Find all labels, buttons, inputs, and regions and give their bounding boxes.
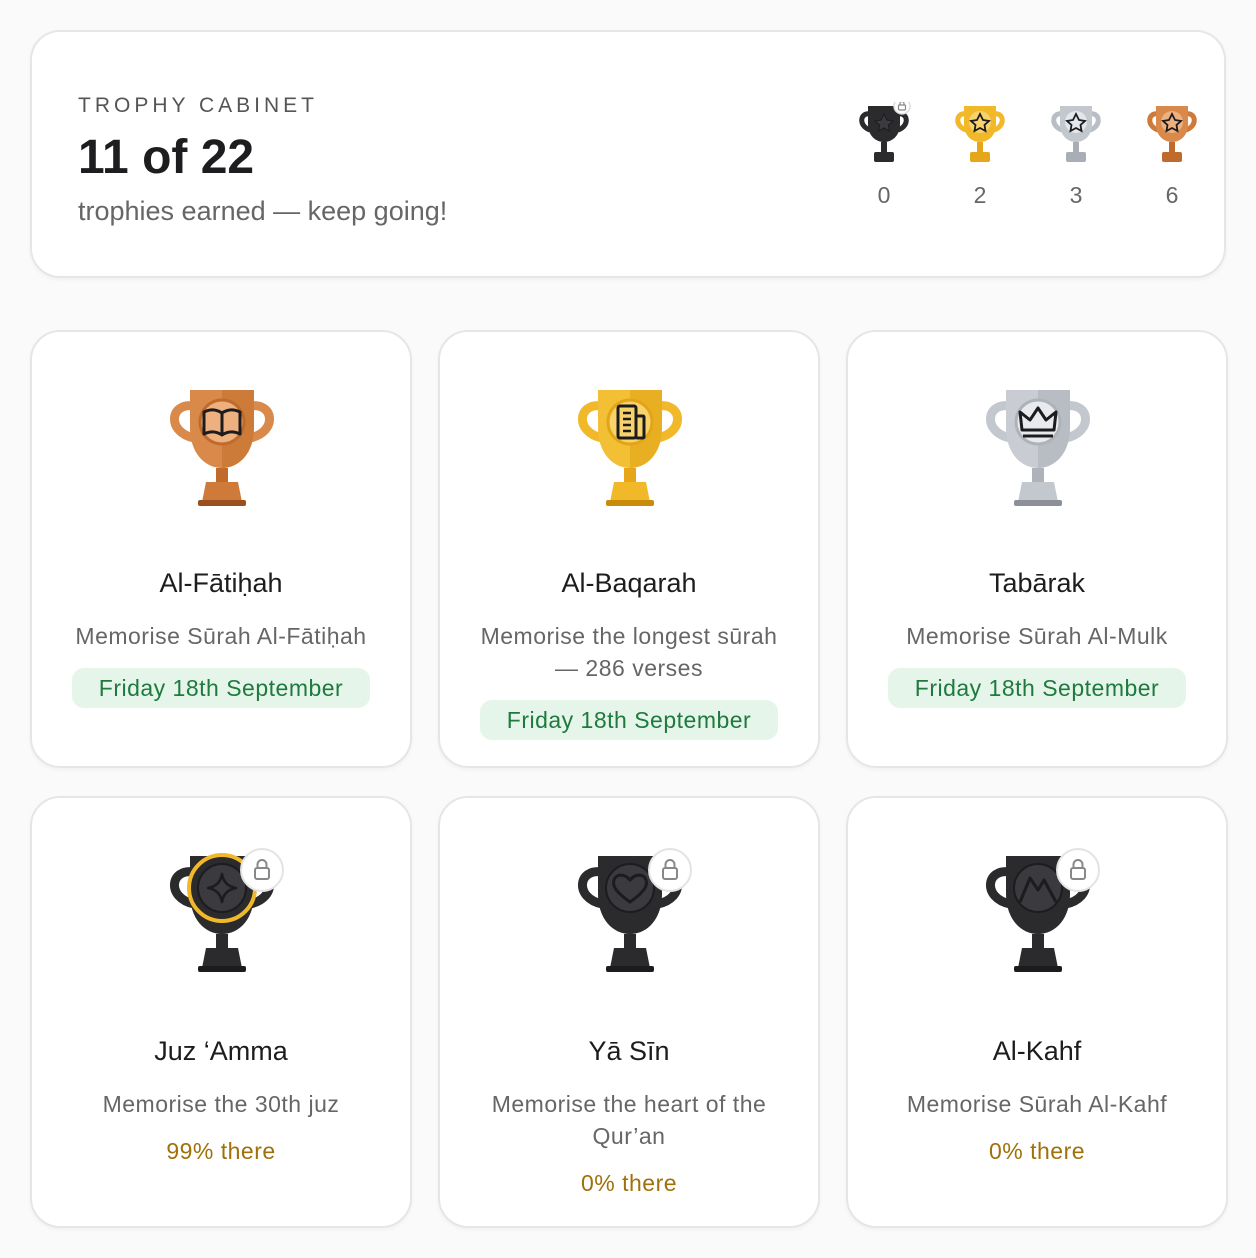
tier-bronze-count: 6 — [1165, 182, 1179, 208]
card-description: Memorise Sūrah Al-Mulk — [906, 623, 1168, 649]
building-icon — [578, 390, 682, 506]
card-description: Memorise the 30th juz — [102, 1091, 340, 1117]
trophy-summary-card: TROPHY CABINET 11 of 22 trophies earned … — [30, 30, 1226, 278]
locked-trophy-icon — [859, 102, 911, 162]
progress-text: 0% there — [580, 1170, 678, 1196]
tier-bronze: 6 — [1140, 102, 1204, 209]
tier-gold-count: 2 — [973, 182, 987, 208]
section-kicker: TROPHY CABINET — [78, 94, 318, 117]
gold-trophy-icon — [955, 106, 1005, 162]
trophy-subtitle: trophies earned — keep going! — [78, 196, 448, 226]
card-title: Tabārak — [988, 568, 1086, 598]
lock-badge — [648, 848, 692, 892]
silver-trophy-icon — [1051, 106, 1101, 162]
lock-icon — [662, 859, 678, 880]
tier-silver-count: 3 — [1069, 182, 1083, 208]
card-description: Memorise Sūrah Al-Kahf — [906, 1091, 1168, 1117]
lock-badge — [240, 848, 284, 892]
tier-tally: 0 2 3 6 — [822, 102, 1202, 222]
trophy-card-al-fatihah[interactable]: Al-Fātiḥah Memorise Sūrah Al-Fātiḥah Fri… — [30, 330, 412, 768]
tier-locked: 0 — [852, 102, 916, 209]
locked-trophy — [980, 848, 1100, 978]
card-title: Juz ‘Amma — [154, 1036, 288, 1066]
progress-text: 0% there — [988, 1138, 1086, 1164]
tier-locked-count: 0 — [877, 182, 891, 208]
tier-silver: 3 — [1044, 102, 1108, 209]
bronze-trophy-icon — [1147, 106, 1197, 162]
earned-date-badge: Friday 18th September — [888, 668, 1186, 708]
progress-text: 99% there — [166, 1138, 276, 1164]
trophy-card-ya-sin[interactable]: Yā Sīn Memorise the heart of the Qur’an … — [438, 796, 820, 1228]
card-description: Memorise the heart of the Qur’an — [491, 1091, 767, 1149]
lock-icon — [254, 859, 270, 880]
silver-trophy — [980, 384, 1096, 512]
locked-trophy — [164, 848, 284, 978]
trophy-card-al-kahf[interactable]: Al-Kahf Memorise Sūrah Al-Kahf 0% there — [846, 796, 1228, 1228]
gold-trophy — [572, 384, 688, 512]
locked-trophy — [572, 848, 692, 978]
card-description: Memorise Sūrah Al-Fātiḥah — [75, 623, 367, 649]
lock-badge — [1056, 848, 1100, 892]
card-title: Yā Sīn — [588, 1036, 670, 1066]
earned-date-badge: Friday 18th September — [480, 700, 778, 740]
trophy-card-tabarak[interactable]: Tabārak Memorise Sūrah Al-Mulk Friday 18… — [846, 330, 1228, 768]
bronze-trophy — [164, 384, 280, 512]
lock-icon — [1070, 859, 1086, 880]
card-title: Al-Baqarah — [561, 568, 697, 598]
tier-gold: 2 — [948, 102, 1012, 209]
card-title: Al-Kahf — [992, 1036, 1082, 1066]
book-icon — [170, 390, 274, 506]
card-title: Al-Fātiḥah — [159, 568, 283, 598]
trophy-card-al-baqarah[interactable]: Al-Baqarah Memorise the longest sūrah — … — [438, 330, 820, 768]
trophy-card-juz-amma[interactable]: Juz ‘Amma Memorise the 30th juz 99% ther… — [30, 796, 412, 1228]
card-description: Memorise the longest sūrah — 286 verses — [480, 623, 778, 681]
crown-icon — [986, 390, 1090, 506]
trophy-count: 11 of 22 — [78, 131, 255, 184]
earned-date-badge: Friday 18th September — [72, 668, 370, 708]
